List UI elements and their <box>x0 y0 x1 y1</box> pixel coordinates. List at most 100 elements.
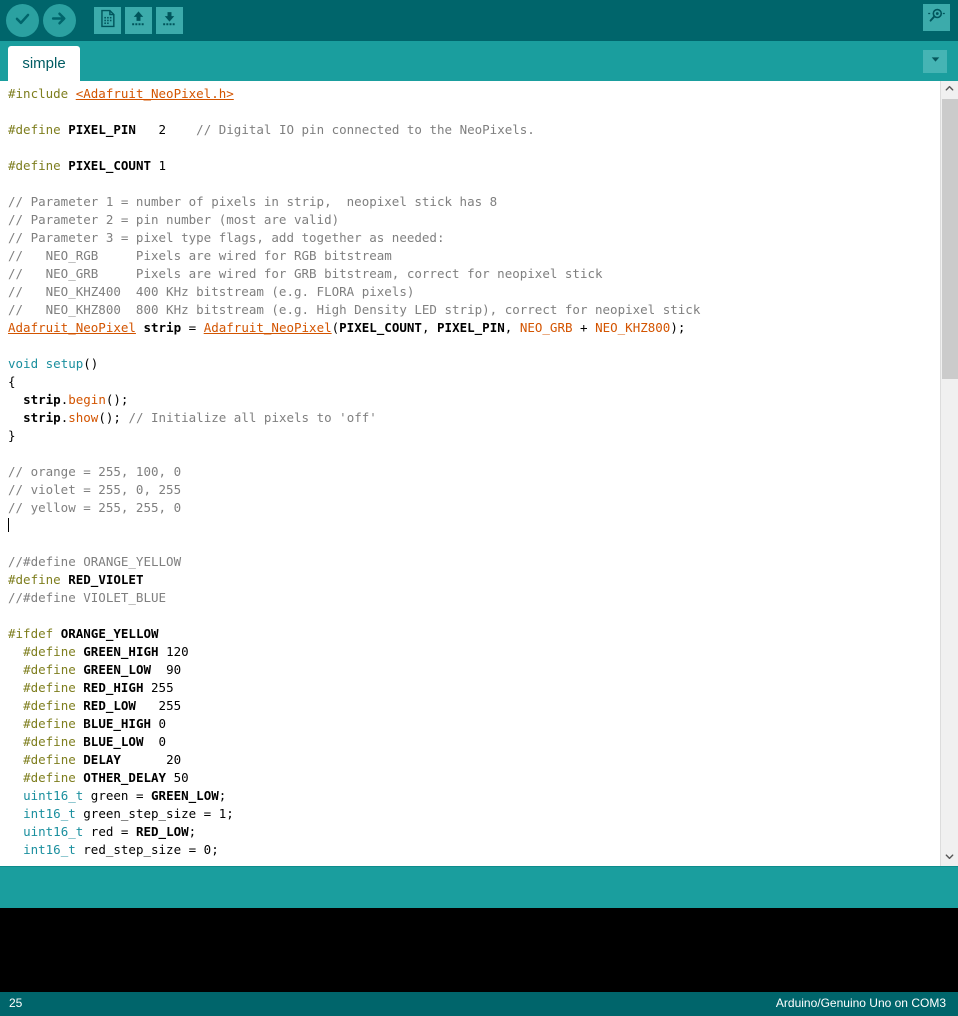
code-token: // orange = 255, 100, 0 <box>8 464 182 479</box>
bottom-status-bar: 25 Arduino/Genuino Uno on COM3 <box>0 992 958 1016</box>
code-token: #define <box>23 734 84 749</box>
code-token: 255 <box>135 698 182 713</box>
code-token: // yellow = 255, 255, 0 <box>8 500 182 515</box>
code-token: (); <box>98 410 129 425</box>
save-down-arrow-icon <box>160 9 179 33</box>
new-file-icon <box>98 9 117 33</box>
open-button[interactable] <box>125 7 152 34</box>
console-output[interactable] <box>0 908 958 992</box>
code-line: // NEO_KHZ800 800 KHz bitstream (e.g. Hi… <box>8 301 700 319</box>
code-token: uint16_t <box>23 788 84 803</box>
code-token: // NEO_KHZ400 400 KHz bitstream (e.g. FL… <box>8 284 415 299</box>
code-token: // Initialize all pixels to 'off' <box>128 410 377 425</box>
code-token: //#define ORANGE_YELLOW <box>8 554 182 569</box>
check-icon <box>13 9 32 33</box>
code-line: #define PIXEL_PIN 2 // Digital IO pin co… <box>8 121 700 139</box>
code-line: #define RED_LOW 255 <box>8 697 700 715</box>
code-token: #ifdef <box>8 626 61 641</box>
code-token: #define <box>23 716 84 731</box>
code-token: BLUE_HIGH <box>83 716 152 731</box>
code-text[interactable]: #include <Adafruit_NeoPixel.h> #define P… <box>8 85 700 859</box>
code-line: // NEO_KHZ400 400 KHz bitstream (e.g. FL… <box>8 283 700 301</box>
code-line: #define DELAY 20 <box>8 751 700 769</box>
code-token: #define <box>23 698 84 713</box>
scrollbar-up-button[interactable] <box>941 81 958 98</box>
serial-monitor-button[interactable] <box>923 4 950 31</box>
text-caret <box>8 518 9 532</box>
code-token: PIXEL_COUNT <box>68 158 152 173</box>
verify-button[interactable] <box>6 4 39 37</box>
code-token: OTHER_DELAY <box>83 770 167 785</box>
code-token: // Digital IO pin connected to the NeoPi… <box>196 122 535 137</box>
code-token: = <box>181 320 204 335</box>
code-token: 90 <box>151 662 182 677</box>
code-line: // violet = 255, 0, 255 <box>8 481 700 499</box>
code-token: #define <box>8 158 69 173</box>
code-token: // Parameter 3 = pixel type flags, add t… <box>8 230 445 245</box>
code-token: int16_t <box>23 842 76 857</box>
tab-menu-button[interactable] <box>923 50 947 73</box>
code-token: begin <box>68 392 106 407</box>
code-line: //#define ORANGE_YELLOW <box>8 553 700 571</box>
code-line: uint16_t red = RED_LOW; <box>8 823 700 841</box>
code-token: ); <box>670 320 686 335</box>
code-token: setup <box>45 356 84 371</box>
code-token: 255 <box>143 680 174 695</box>
code-line: strip.begin(); <box>8 391 700 409</box>
code-token: 0 <box>151 716 167 731</box>
code-line: #define RED_VIOLET <box>8 571 700 589</box>
code-editor[interactable]: #include <Adafruit_NeoPixel.h> #define P… <box>0 81 958 866</box>
code-token: <Adafruit_NeoPixel.h> <box>75 86 234 101</box>
editor-vertical-scrollbar[interactable] <box>940 81 958 866</box>
code-line: #define BLUE_LOW 0 <box>8 733 700 751</box>
code-line: // Parameter 2 = pin number (most are va… <box>8 211 700 229</box>
code-line: // NEO_GRB Pixels are wired for GRB bits… <box>8 265 700 283</box>
code-token: 2 <box>135 122 197 137</box>
toolbar <box>0 0 958 41</box>
code-token: + <box>572 320 596 335</box>
code-token: strip <box>143 320 182 335</box>
code-token: () <box>83 356 99 371</box>
code-token: { <box>8 374 16 389</box>
code-token: } <box>8 428 16 443</box>
code-token: PIXEL_PIN <box>437 320 505 335</box>
code-line: // yellow = 255, 255, 0 <box>8 499 700 517</box>
code-line: #define RED_HIGH 255 <box>8 679 700 697</box>
code-token: NEO_KHZ800 <box>595 320 671 335</box>
code-line: // Parameter 1 = number of pixels in str… <box>8 193 700 211</box>
code-token: , <box>504 320 520 335</box>
code-token: ; <box>188 824 197 839</box>
open-folder-up-arrow-icon <box>129 9 148 33</box>
code-token: 20 <box>120 752 182 767</box>
scrollbar-down-button[interactable] <box>941 849 958 866</box>
code-token: NEO_GRB <box>519 320 573 335</box>
code-token: #define <box>8 122 69 137</box>
code-token: RED_HIGH <box>83 680 144 695</box>
code-token: Adafruit_NeoPixel <box>8 320 136 335</box>
code-token: 0 <box>143 734 167 749</box>
upload-button[interactable] <box>43 4 76 37</box>
code-token: green_step_size = 1; <box>75 806 234 821</box>
new-button[interactable] <box>94 7 121 34</box>
code-token: red_step_size = 0; <box>75 842 219 857</box>
tab-simple[interactable]: simple <box>8 46 80 81</box>
code-token: DELAY <box>83 752 121 767</box>
chevron-down-icon <box>929 53 942 71</box>
code-token: RED_LOW <box>135 824 189 839</box>
arrow-right-icon <box>50 9 69 33</box>
code-line <box>8 517 700 535</box>
code-line: #define GREEN_LOW 90 <box>8 661 700 679</box>
code-token: ORANGE_YELLOW <box>60 626 159 641</box>
scrollbar-thumb[interactable] <box>942 99 958 379</box>
save-button[interactable] <box>156 7 183 34</box>
